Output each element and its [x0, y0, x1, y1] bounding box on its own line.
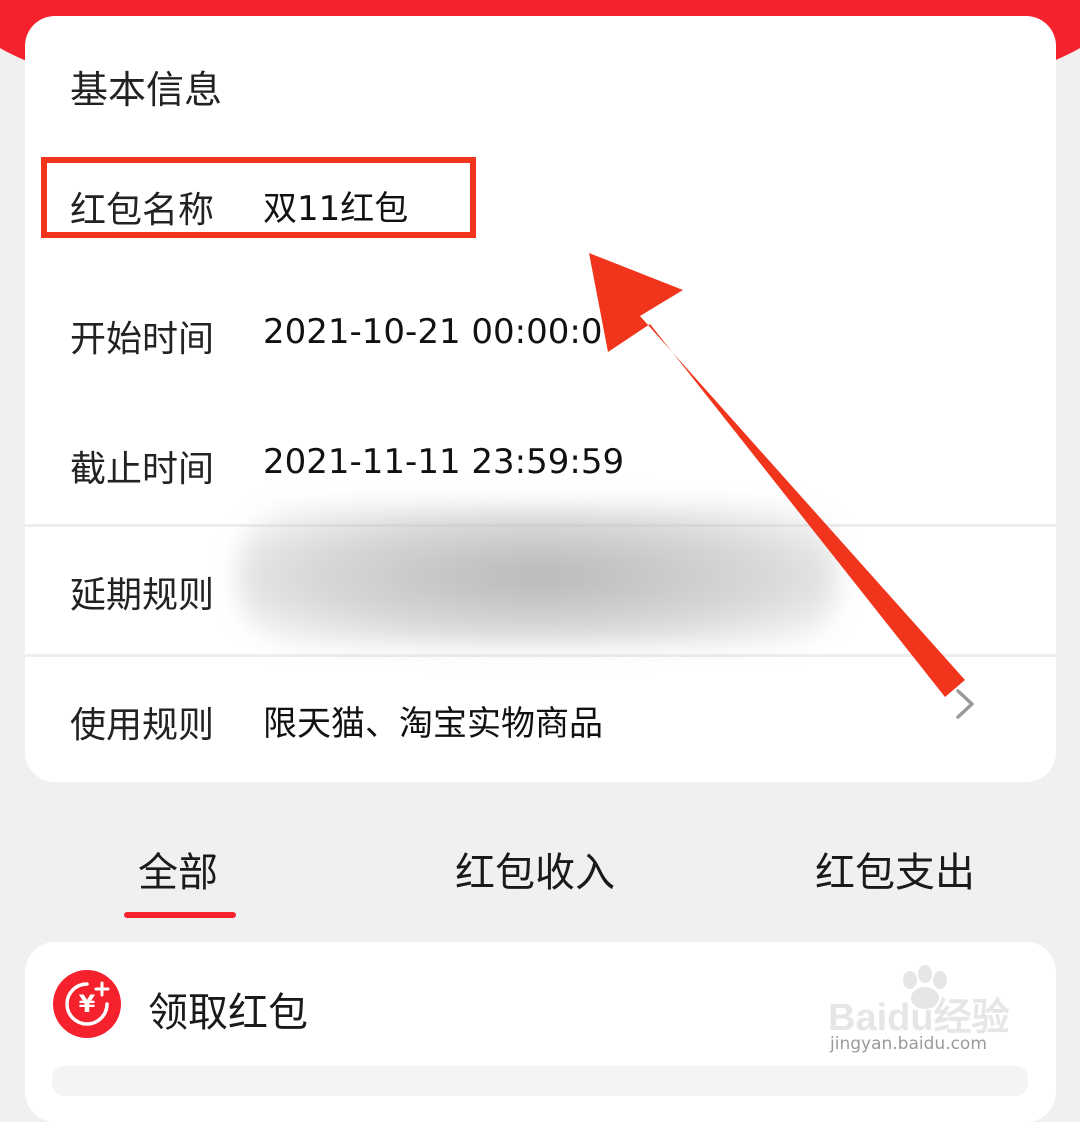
row-usage-rule[interactable]: 使用规则 限天猫、淘宝实物商品 — [25, 696, 1056, 776]
annotation-highlight-box — [41, 157, 476, 238]
row-value: 2021-10-21 00:00:00 — [263, 312, 625, 352]
row-label: 使用规则 — [70, 705, 215, 746]
blurred-extension-value — [238, 506, 838, 646]
tab-income[interactable]: 红包收入 — [455, 840, 615, 898]
row-label: 开始时间 — [70, 319, 215, 360]
tab-bar: 全部 红包收入 红包支出 — [0, 830, 1080, 920]
tab-expense[interactable]: 红包支出 — [815, 840, 975, 898]
row-label: 延期规则 — [70, 575, 215, 616]
row-value: 2021-11-11 23:59:59 — [263, 442, 625, 482]
watermark-url: jingyan.baidu.com — [830, 1034, 987, 1054]
card-title: 基本信息 — [70, 68, 223, 112]
list-item-detail-strip — [52, 1066, 1028, 1096]
chevron-right-icon[interactable] — [952, 687, 978, 721]
row-value: 限天猫、淘宝实物商品 — [263, 704, 603, 744]
basic-info-card: 基本信息 红包名称 双11红包 开始时间 2021-10-21 00:00:00… — [25, 16, 1056, 782]
yuan-coin-icon: ¥ — [53, 970, 121, 1038]
watermark-brand: Baidu经验 — [828, 997, 1010, 1039]
row-label: 截止时间 — [70, 449, 215, 490]
tab-all[interactable]: 全部 — [138, 840, 218, 898]
list-item-title[interactable]: 领取红包 — [148, 980, 308, 1038]
active-tab-indicator — [124, 912, 236, 918]
divider — [25, 654, 1056, 657]
svg-text:¥: ¥ — [79, 990, 96, 1018]
row-start-time: 开始时间 2021-10-21 00:00:00 — [25, 310, 1056, 390]
